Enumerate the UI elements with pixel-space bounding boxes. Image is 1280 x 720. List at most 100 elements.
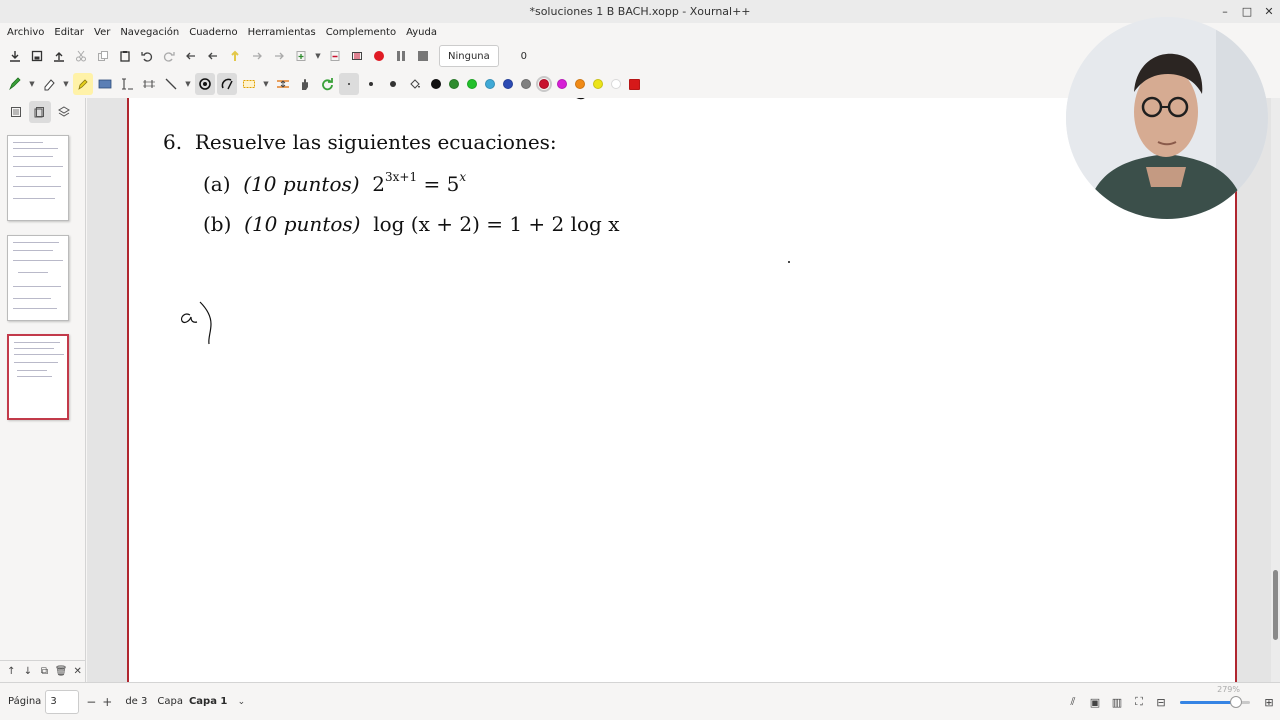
color-swatch-12[interactable] <box>629 78 640 90</box>
highlighter-tool-icon[interactable] <box>73 73 93 95</box>
color-swatch-6[interactable] <box>521 79 531 89</box>
line-tool-icon[interactable] <box>161 73 181 95</box>
chevron-down-icon[interactable]: ▼ <box>27 73 37 95</box>
paste-icon[interactable] <box>115 45 135 67</box>
title-bar: *soluciones 1 B BACH.xopp - Xournal++ – … <box>0 0 1280 23</box>
color-swatch-7[interactable] <box>536 76 552 92</box>
image-tool-icon[interactable] <box>95 73 115 95</box>
hand-tool-icon[interactable] <box>295 73 315 95</box>
presenter-video <box>1066 17 1268 219</box>
math-tex-icon[interactable] <box>139 73 159 95</box>
zoom-slider-knob[interactable] <box>1230 696 1242 708</box>
menu-ayuda[interactable]: Ayuda <box>401 27 442 38</box>
presentation-icon[interactable]: ▣ <box>1084 696 1106 709</box>
menu-navegacion[interactable]: Navegación <box>115 27 184 38</box>
color-swatch-9[interactable] <box>575 79 585 89</box>
move-page-up-icon[interactable]: ↑ <box>3 666 20 677</box>
color-swatch-8[interactable] <box>557 79 567 89</box>
select-rect-icon[interactable] <box>239 73 259 95</box>
chevron-down-icon[interactable]: ▼ <box>261 73 271 95</box>
color-swatch-1[interactable] <box>431 79 441 89</box>
arrow-right-icon[interactable] <box>247 45 267 67</box>
redo-icon[interactable] <box>159 45 179 67</box>
text-tool-icon[interactable] <box>117 73 137 95</box>
move-page-down-icon[interactable]: ↓ <box>20 666 37 677</box>
record-icon[interactable] <box>369 45 389 67</box>
go-forward-icon[interactable] <box>269 45 289 67</box>
minimize-button[interactable]: – <box>1214 0 1236 23</box>
menu-complemento[interactable]: Complemento <box>321 27 401 38</box>
chevron-down-icon[interactable]: ⌄ <box>233 697 249 707</box>
eraser-tool-icon[interactable] <box>39 73 59 95</box>
undo-icon[interactable] <box>137 45 157 67</box>
document-page[interactable]: 6. Resuelve las siguientes ecuaciones: (… <box>127 98 1237 682</box>
copy-icon[interactable] <box>93 45 113 67</box>
color-swatch-2[interactable] <box>449 79 459 89</box>
save-icon[interactable] <box>5 45 25 67</box>
thickness-thick-icon[interactable] <box>383 73 403 95</box>
color-swatch-4[interactable] <box>485 79 495 89</box>
layer-select[interactable]: Ninguna <box>439 45 499 67</box>
go-back-icon[interactable] <box>181 45 201 67</box>
fit-screen-icon[interactable]: ⛶ <box>1128 695 1150 709</box>
delete-page-icon[interactable]: 🗑 <box>53 666 70 677</box>
fill-icon[interactable] <box>405 73 425 95</box>
page-thumbnail-3[interactable] <box>7 334 69 420</box>
zoom-slider[interactable] <box>1180 695 1250 709</box>
pairs-layout-icon[interactable]: ▥ <box>1106 696 1128 709</box>
vertical-space-icon[interactable] <box>273 73 293 95</box>
menu-herramientas[interactable]: Herramientas <box>243 27 321 38</box>
vertical-scrollbar[interactable] <box>1271 98 1280 682</box>
stop-icon[interactable] <box>413 45 433 67</box>
close-icon[interactable]: ✕ <box>69 666 86 677</box>
menu-archivo[interactable]: Archivo <box>2 27 49 38</box>
menu-editar[interactable]: Editar <box>49 27 89 38</box>
ruler-tool-icon[interactable] <box>195 73 215 95</box>
color-swatch-11[interactable] <box>611 79 621 89</box>
pen-tool-icon[interactable] <box>5 73 25 95</box>
layers-tab-icon[interactable] <box>53 101 75 123</box>
thickness-fine-icon[interactable] <box>339 73 359 95</box>
page-increment-button[interactable]: + <box>99 695 115 709</box>
save-as-icon[interactable] <box>27 45 47 67</box>
page-label: Página <box>8 696 42 707</box>
page-decrement-button[interactable]: − <box>83 695 99 709</box>
status-bar: Página 3 − + de 3 Capa Capa 1 ⌄ ⫽ ▣ ▥ ⛶ … <box>0 682 1280 720</box>
page-preview-sidebar: ↑ ↓ ⧉ 🗑 ✕ <box>0 98 86 682</box>
arrow-up-icon[interactable] <box>225 45 245 67</box>
page-total: de 3 <box>125 696 148 707</box>
refresh-icon[interactable] <box>317 73 337 95</box>
shape-recognizer-icon[interactable] <box>217 73 237 95</box>
color-swatch-10[interactable] <box>593 79 603 89</box>
maximize-button[interactable]: □ <box>1236 0 1258 23</box>
scrollbar-thumb[interactable] <box>1273 570 1278 640</box>
page-number-input[interactable]: 3 <box>45 689 80 714</box>
delete-page-icon[interactable] <box>325 45 345 67</box>
color-swatch-5[interactable] <box>503 79 513 89</box>
chevron-down-icon[interactable]: ▼ <box>61 73 71 95</box>
cut-icon[interactable] <box>71 45 91 67</box>
zoom-controls: ⫽ ▣ ▥ ⛶ ⊟ 279% ⊞ <box>1062 683 1280 720</box>
page-thumbnail-2[interactable] <box>7 235 69 321</box>
outline-tab-icon[interactable] <box>5 101 27 123</box>
fullscreen-icon[interactable] <box>347 45 367 67</box>
chevron-down-icon[interactable]: ▼ <box>313 45 323 67</box>
arrow-left-icon[interactable] <box>203 45 223 67</box>
menu-cuaderno[interactable]: Cuaderno <box>184 27 242 38</box>
menu-ver[interactable]: Ver <box>89 27 115 38</box>
copy-page-icon[interactable]: ⧉ <box>36 666 53 677</box>
chevron-down-icon[interactable]: ▼ <box>183 73 193 95</box>
page-thumbnail-1[interactable] <box>7 135 69 221</box>
book-layout-icon[interactable]: ⫽ <box>1062 695 1084 709</box>
close-button[interactable]: ✕ <box>1258 0 1280 23</box>
layer-value[interactable]: Capa 1 <box>189 696 227 707</box>
thickness-medium-icon[interactable] <box>361 73 381 95</box>
zoom-out-icon[interactable]: ⊟ <box>1150 696 1172 709</box>
export-icon[interactable] <box>49 45 69 67</box>
pause-icon[interactable] <box>391 45 411 67</box>
color-swatch-3[interactable] <box>467 79 477 89</box>
insert-page-icon[interactable] <box>291 45 311 67</box>
zoom-in-icon[interactable]: ⊞ <box>1258 696 1280 709</box>
page-tab-icon[interactable] <box>29 101 51 123</box>
window-title: *soluciones 1 B BACH.xopp - Xournal++ <box>529 5 751 18</box>
